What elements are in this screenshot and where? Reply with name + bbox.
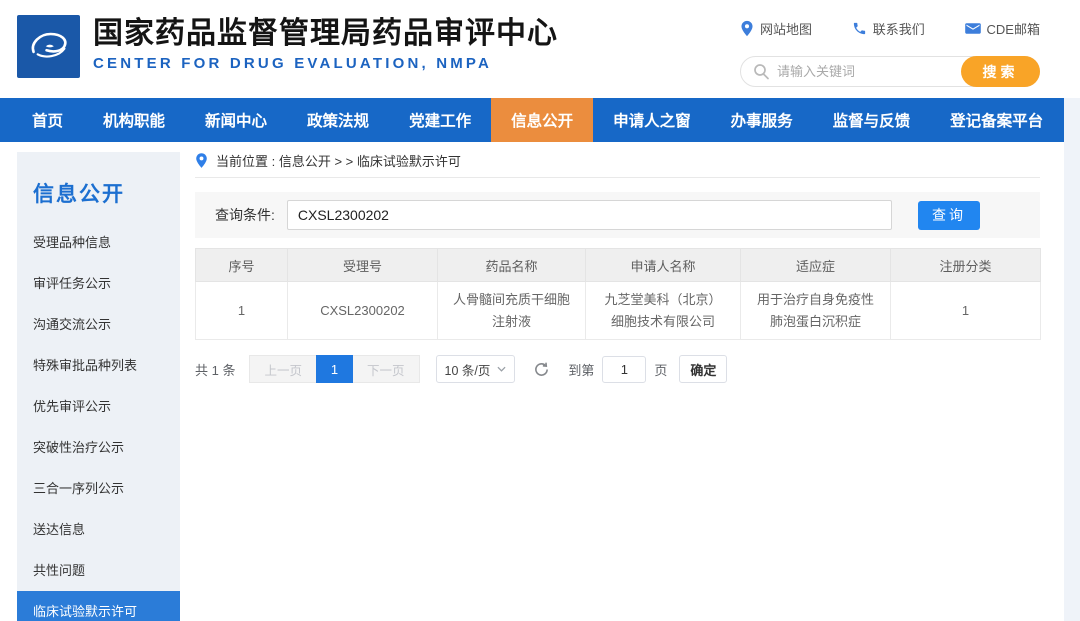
quick-link-label: 网站地图 — [760, 19, 812, 38]
nav-item[interactable]: 办事服务 — [711, 98, 813, 142]
envelope-icon — [965, 22, 981, 35]
nav-item[interactable]: 党建工作 — [389, 98, 491, 142]
table-header-cell: 申请人名称 — [586, 249, 741, 282]
nav-item[interactable]: 机构职能 — [83, 98, 185, 142]
table-cell: 1 — [891, 282, 1041, 340]
table-header-cell: 注册分类 — [891, 249, 1041, 282]
table-header-cell: 序号 — [196, 249, 288, 282]
goto-confirm-button[interactable]: 确定 — [679, 355, 727, 383]
phone-icon — [852, 21, 867, 36]
nav-item[interactable]: 首页 — [12, 98, 83, 142]
sidebar-item[interactable]: 送达信息 — [17, 509, 180, 550]
query-bar: 查询条件: 查询 — [195, 192, 1040, 238]
breadcrumb: 当前位置 : 信息公开 > > 临床试验默示许可 — [195, 150, 1040, 178]
sidebar: 信息公开 受理品种信息审评任务公示沟通交流公示特殊审批品种列表优先审评公示突破性… — [17, 152, 180, 621]
results-table: 序号受理号药品名称申请人名称适应症注册分类 1CXSL2300202人骨髓间充质… — [195, 248, 1041, 340]
page-size-select[interactable]: 10 条/页 — [436, 355, 516, 383]
table-cell: 九芝堂美科（北京）细胞技术有限公司 — [586, 282, 741, 340]
brand-text: 国家药品监督管理局药品审评中心 CENTER FOR DRUG EVALUATI… — [93, 15, 558, 72]
nav-item[interactable]: 登记备案平台 — [930, 98, 1063, 142]
nav-item[interactable]: 申请人之窗 — [593, 98, 711, 142]
sidebar-title: 信息公开 — [17, 152, 180, 222]
total-count: 共 1 条 — [195, 360, 235, 379]
quick-link-label: CDE邮箱 — [987, 19, 1040, 38]
cde-logo — [17, 15, 80, 78]
query-button[interactable]: 查询 — [918, 201, 980, 230]
table-cell: 1 — [196, 282, 288, 340]
nav-item[interactable]: 新闻中心 — [185, 98, 287, 142]
sidebar-item[interactable]: 三合一序列公示 — [17, 468, 180, 509]
prev-page-button[interactable]: 上一页 — [249, 355, 317, 383]
sidebar-items: 受理品种信息审评任务公示沟通交流公示特殊审批品种列表优先审评公示突破性治疗公示三… — [17, 222, 180, 621]
content: 信息公开 受理品种信息审评任务公示沟通交流公示特殊审批品种列表优先审评公示突破性… — [0, 142, 1064, 621]
page: 国家药品监督管理局药品审评中心 CENTER FOR DRUG EVALUATI… — [0, 0, 1080, 621]
site-title-en: CENTER FOR DRUG EVALUATION, NMPA — [93, 55, 558, 72]
chevron-down-icon — [497, 366, 506, 372]
table-header-row: 序号受理号药品名称申请人名称适应症注册分类 — [196, 249, 1041, 282]
swan-logo-icon — [23, 21, 75, 73]
quick-link-label: 联系我们 — [873, 19, 925, 38]
table-header-cell: 适应症 — [741, 249, 891, 282]
table-header-cell: 受理号 — [288, 249, 438, 282]
page-gutter — [1064, 98, 1080, 621]
search-button[interactable]: 搜索 — [961, 56, 1040, 87]
main-panel: 当前位置 : 信息公开 > > 临床试验默示许可 查询条件: 查询 序号受理号药… — [195, 150, 1040, 383]
table-header-cell: 药品名称 — [438, 249, 586, 282]
sidebar-item[interactable]: 受理品种信息 — [17, 222, 180, 263]
location-pin-icon — [195, 152, 208, 169]
goto-page-input[interactable] — [602, 356, 646, 383]
location-pin-icon — [740, 20, 754, 37]
site-header: 国家药品监督管理局药品审评中心 CENTER FOR DRUG EVALUATI… — [0, 0, 1080, 98]
query-input[interactable] — [287, 200, 892, 230]
page-size-value: 10 条/页 — [445, 360, 491, 379]
breadcrumb-text: 当前位置 : 信息公开 > > 临床试验默示许可 — [216, 151, 461, 170]
main-nav: 首页机构职能新闻中心政策法规党建工作信息公开申请人之窗办事服务监督与反馈登记备案… — [0, 98, 1064, 142]
brand: 国家药品监督管理局药品审评中心 CENTER FOR DRUG EVALUATI… — [17, 15, 558, 78]
sidebar-item[interactable]: 优先审评公示 — [17, 386, 180, 427]
table-cell: CXSL2300202 — [288, 282, 438, 340]
site-title-cn: 国家药品监督管理局药品审评中心 — [93, 17, 558, 51]
nav-item[interactable]: 信息公开 — [491, 98, 593, 142]
quick-link-联系我们[interactable]: 联系我们 — [852, 19, 925, 38]
search-icon — [753, 63, 770, 80]
nav-item[interactable]: 政策法规 — [287, 98, 389, 142]
header-right: 网站地图 联系我们 CDE邮箱 搜索 — [740, 18, 1040, 87]
table-row: 1CXSL2300202人骨髓间充质干细胞注射液九芝堂美科（北京）细胞技术有限公… — [196, 282, 1041, 340]
quick-link-CDE邮箱[interactable]: CDE邮箱 — [965, 19, 1040, 38]
pagination: 共 1 条 上一页 1 下一页 10 条/页 到第 — [195, 355, 1040, 383]
sidebar-item[interactable]: 突破性治疗公示 — [17, 427, 180, 468]
current-page-button[interactable]: 1 — [316, 355, 353, 383]
sidebar-item[interactable]: 共性问题 — [17, 550, 180, 591]
nav-item[interactable]: 监督与反馈 — [813, 98, 931, 142]
goto-page-suffix: 页 — [654, 360, 667, 379]
next-page-button[interactable]: 下一页 — [352, 355, 420, 383]
quick-link-网站地图[interactable]: 网站地图 — [740, 19, 812, 38]
table-cell: 人骨髓间充质干细胞注射液 — [438, 282, 586, 340]
table-cell: 用于治疗自身免疫性肺泡蛋白沉积症 — [741, 282, 891, 340]
goto-page-prefix: 到第 — [568, 360, 594, 379]
sidebar-item[interactable]: 沟通交流公示 — [17, 304, 180, 345]
query-label: 查询条件: — [215, 205, 275, 225]
refresh-icon[interactable] — [533, 361, 550, 378]
sidebar-item[interactable]: 审评任务公示 — [17, 263, 180, 304]
sidebar-item[interactable]: 特殊审批品种列表 — [17, 345, 180, 386]
quick-links: 网站地图 联系我们 CDE邮箱 — [740, 18, 1040, 38]
site-search-bar: 搜索 — [740, 56, 1040, 87]
sidebar-item[interactable]: 临床试验默示许可 — [17, 591, 180, 621]
